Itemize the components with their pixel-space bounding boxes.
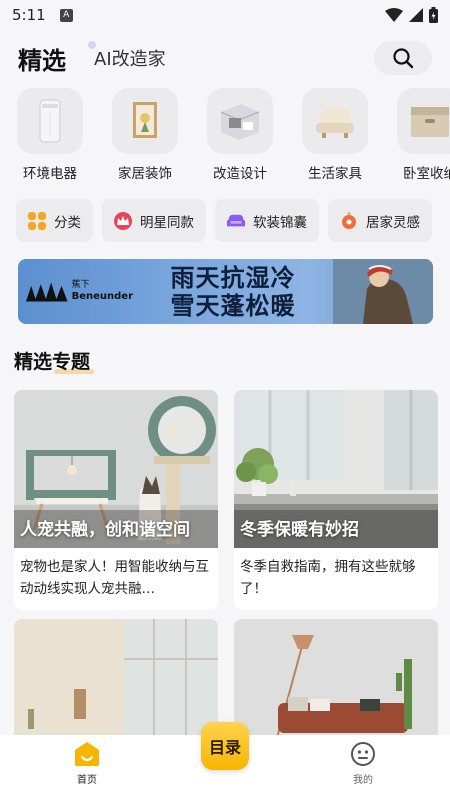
nav-mine-label: 我的 — [353, 775, 373, 786]
category-item-design[interactable]: 改造设计 — [207, 88, 302, 183]
chip-celebrity[interactable]: 明星同款 — [102, 199, 206, 242]
catalog-button[interactable]: 目录 — [201, 722, 249, 770]
shortcut-chips: 分类 明星同款 软装锦囊 居家灵感 — [16, 199, 432, 242]
top-header: 精选 AI改造家 — [0, 36, 450, 80]
card-description: 冬季自救指南，拥有这些就够了！ — [240, 559, 416, 597]
category-item-storage[interactable]: 卧室收纳 — [397, 88, 450, 183]
nav-home[interactable]: 首页 — [0, 735, 174, 786]
brand-text: 蕉下 Beneunder — [72, 280, 133, 303]
category-row: 环境电器 家居装饰 改造设计 生活家具 卧室收纳 — [0, 88, 450, 183]
chip-label: 分类 — [54, 214, 81, 231]
banner-line-1: 雨天抗湿冷 — [170, 263, 296, 292]
search-button[interactable] — [374, 41, 432, 75]
air-purifier-icon — [17, 88, 83, 154]
brand-cn: 蕉下 — [71, 280, 90, 290]
picture-frame-icon — [112, 88, 178, 154]
home-icon — [75, 742, 99, 766]
category-item-appliances[interactable]: 环境电器 — [17, 88, 112, 183]
chip-label: 居家灵感 — [366, 214, 420, 231]
category-label: 环境电器 — [23, 166, 77, 182]
grid-icon — [28, 211, 46, 230]
card-image-pet: 人宠共融，创和谐空间 — [14, 390, 218, 548]
section-title: 精选专题 — [14, 347, 95, 374]
card-image-winter: 冬季保暖有妙招 — [234, 390, 438, 548]
status-bar: 5:11 A — [0, 0, 450, 30]
chip-label: 软装锦囊 — [253, 214, 307, 231]
topic-card[interactable]: 冬季保暖有妙招 冬季自救指南，拥有这些就够了！ — [234, 390, 438, 610]
banner-line-2: 雪天蓬松暖 — [170, 291, 296, 320]
status-time: 5:11 — [12, 6, 46, 24]
category-item-furniture[interactable]: 生活家具 — [302, 88, 397, 183]
notification-icon: A — [59, 8, 73, 22]
profile-icon — [351, 742, 375, 766]
chip-inspiration[interactable]: 居家灵感 — [328, 199, 432, 242]
sofa-icon — [227, 212, 245, 230]
category-item-decor[interactable]: 家居装饰 — [112, 88, 207, 183]
topic-card[interactable]: 人宠共融，创和谐空间 宠物也是家人！用智能收纳与互动动线实现人宠共融… — [14, 390, 218, 610]
search-icon — [393, 48, 414, 69]
bulb-icon — [340, 211, 358, 230]
nav-home-label: 首页 — [77, 775, 97, 786]
wifi-icon — [385, 8, 403, 22]
brand-logo-icon — [26, 281, 68, 302]
tab-featured[interactable]: 精选 — [18, 41, 66, 76]
banner-slogan: 雨天抗湿冷 雪天蓬松暖 — [133, 264, 333, 320]
nav-mine[interactable]: 我的 — [276, 735, 450, 786]
storage-box-icon — [397, 88, 450, 154]
room-model-icon — [207, 88, 273, 154]
promo-banner[interactable]: 蕉下 Beneunder 雨天抗湿冷 雪天蓬松暖 — [18, 259, 433, 324]
chip-label: 明星同款 — [140, 214, 194, 231]
card-caption: 人宠共融，创和谐空间 — [20, 520, 190, 540]
brand-en: Beneunder — [71, 291, 133, 302]
crown-icon — [114, 211, 132, 230]
category-label: 卧室收纳 — [403, 166, 450, 182]
category-label: 家居装饰 — [118, 166, 172, 182]
chip-category[interactable]: 分类 — [16, 199, 93, 242]
category-label: 生活家具 — [308, 166, 362, 182]
category-label: 改造设计 — [213, 166, 267, 182]
tab-ai-makeover[interactable]: AI改造家 — [88, 41, 166, 71]
card-description: 宠物也是家人！用智能收纳与互动动线实现人宠共融… — [20, 559, 209, 597]
brand-logo: 蕉下 Beneunder — [18, 280, 133, 303]
chip-soft-furnishing[interactable]: 软装锦囊 — [215, 199, 319, 242]
signal-icon — [409, 8, 423, 22]
banner-model-image — [333, 259, 433, 324]
armchair-icon — [302, 88, 368, 154]
card-caption: 冬季保暖有妙招 — [240, 520, 359, 540]
battery-icon — [429, 7, 438, 23]
